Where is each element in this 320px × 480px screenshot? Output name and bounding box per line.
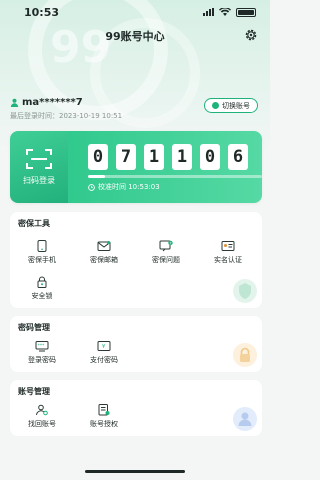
lock-icon xyxy=(37,276,47,288)
section-title: 密保工具 xyxy=(18,219,50,228)
switch-account-label: 切换账号 xyxy=(222,101,250,110)
pay-password-icon: ¥ xyxy=(97,341,111,351)
token-digits: 0 7 1 1 0 6 xyxy=(88,144,248,170)
phone-icon xyxy=(37,240,47,252)
security-question-item[interactable]: ? 密保问题 xyxy=(136,240,196,265)
username: ma*******7 xyxy=(22,97,83,108)
scan-icon xyxy=(26,148,52,169)
question-icon: ? xyxy=(159,240,173,252)
login-password-item[interactable]: *** 登录密码 xyxy=(12,340,72,365)
clock-icon xyxy=(88,183,95,191)
settings-gear-icon[interactable] xyxy=(244,28,258,42)
login-password-icon: *** xyxy=(35,341,49,352)
shield-decoration-icon xyxy=(233,279,257,303)
calibration-time: 校准时间 10:53:03 xyxy=(88,182,160,192)
item-label: 实名认证 xyxy=(214,256,242,264)
svg-text:?: ? xyxy=(170,241,172,245)
password-section: 密码管理 *** 登录密码 ¥ 支付密码 xyxy=(10,316,262,372)
item-label: 找回账号 xyxy=(28,420,56,428)
item-label: 密保手机 xyxy=(28,256,56,264)
status-icons xyxy=(203,7,256,17)
home-indicator xyxy=(85,470,185,473)
token-digit: 0 xyxy=(200,144,220,170)
token-digit: 1 xyxy=(144,144,164,170)
svg-text:¥: ¥ xyxy=(102,344,105,350)
mail-icon xyxy=(97,240,111,251)
item-label: 登录密码 xyxy=(28,356,56,364)
signal-icon xyxy=(203,8,214,16)
item-label: 密保邮箱 xyxy=(90,256,118,264)
last-login-time: 最后登录时间：2023-10-19 10:51 xyxy=(10,112,123,120)
item-label: 密保问题 xyxy=(152,256,180,264)
dynamic-token-panel: 0 7 1 1 0 6 校准时间 10:53:03 xyxy=(68,131,262,203)
status-bar: 10:53 xyxy=(0,0,270,24)
token-digit: 1 xyxy=(172,144,192,170)
token-digit: 7 xyxy=(116,144,136,170)
scan-login-button[interactable]: 扫码登录 xyxy=(10,131,68,203)
security-phone-item[interactable]: 密保手机 xyxy=(12,240,72,265)
item-label: 账号授权 xyxy=(90,420,118,428)
token-progress-bar xyxy=(88,175,262,178)
security-lock-item[interactable]: 安全锁 xyxy=(12,276,72,301)
section-title: 密码管理 xyxy=(18,323,50,332)
security-email-item[interactable]: 密保邮箱 xyxy=(74,240,134,265)
account-row: ma*******7 xyxy=(10,97,83,108)
calibration-label: 校准时间 10:53:03 xyxy=(98,183,160,191)
token-digit: 0 xyxy=(88,144,108,170)
item-label: 安全锁 xyxy=(31,292,53,300)
find-account-item[interactable]: 找回账号 xyxy=(12,404,72,429)
real-name-auth-item[interactable]: 实名认证 xyxy=(198,240,258,265)
security-tools-section: 密保工具 密保手机 密保邮箱 ? 密保问题 实名认证 安全锁 xyxy=(10,212,262,308)
status-time: 10:53 xyxy=(24,5,60,19)
token-card: 扫码登录 0 7 1 1 0 6 校准时间 10:53:03 xyxy=(10,131,262,203)
authorize-icon xyxy=(98,404,110,416)
find-account-icon xyxy=(36,404,48,416)
id-card-icon xyxy=(221,241,235,251)
padlock-decoration-icon xyxy=(233,343,257,367)
user-decoration-icon xyxy=(233,407,257,431)
pay-password-item[interactable]: ¥ 支付密码 xyxy=(74,340,134,365)
user-icon xyxy=(10,98,19,107)
token-progress-fill xyxy=(88,175,106,178)
account-authorize-item[interactable]: 账号授权 xyxy=(74,404,134,429)
switch-account-button[interactable]: 切换账号 xyxy=(204,98,258,113)
item-label: 支付密码 xyxy=(90,356,118,364)
token-digit: 6 xyxy=(228,144,248,170)
account-management-section: 账号管理 找回账号 账号授权 xyxy=(10,380,262,436)
switch-account-icon xyxy=(212,102,219,109)
svg-text:***: *** xyxy=(38,343,46,349)
page-title: 99账号中心 xyxy=(105,30,165,43)
battery-icon xyxy=(236,7,256,17)
wifi-icon xyxy=(219,8,231,16)
scan-login-label: 扫码登录 xyxy=(23,175,55,185)
section-title: 账号管理 xyxy=(18,387,50,396)
